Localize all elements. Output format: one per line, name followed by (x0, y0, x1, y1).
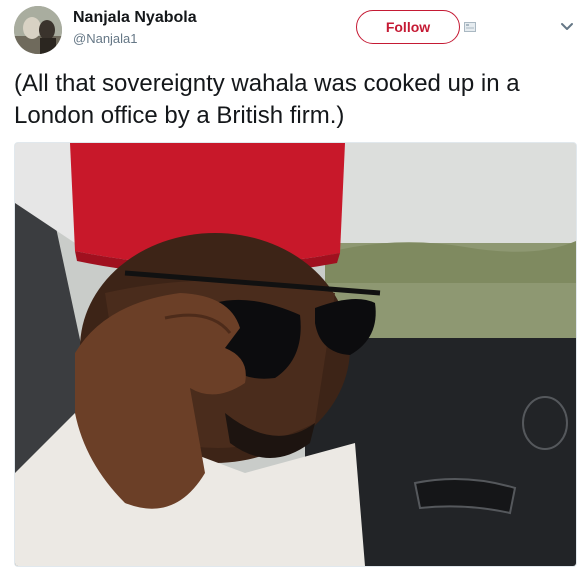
tweet-text: (All that sovereignty wahala was cooked … (14, 70, 520, 129)
photo-image (15, 143, 576, 566)
chevron-down-icon[interactable] (560, 22, 574, 32)
avatar-image (14, 6, 62, 54)
tweet-photo[interactable] (14, 142, 577, 567)
image-placeholder-icon (464, 22, 476, 32)
author-avatar[interactable] (14, 6, 62, 54)
author-display-name[interactable]: Nanjala Nyabola (73, 9, 197, 27)
tweet-card: Nanjala Nyabola @Nanjala1 Follow (All th… (0, 0, 588, 572)
author-handle[interactable]: @Nanjala1 (73, 31, 138, 46)
follow-button[interactable]: Follow (356, 10, 460, 44)
